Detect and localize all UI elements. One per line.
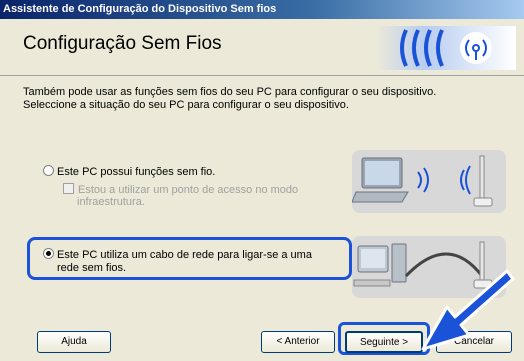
radio-cable-pc-label-2: rede sem fios. bbox=[57, 262, 127, 274]
back-button[interactable]: < Anterior bbox=[261, 331, 335, 353]
radio-button-icon[interactable] bbox=[43, 165, 54, 176]
radio-cable-pc[interactable]: Este PC utiliza um cabo de rede para lig… bbox=[43, 248, 312, 275]
description: Também pode usar as funções sem fios do … bbox=[23, 86, 503, 112]
checkbox-access-point-label-1: Estou a utilizar um ponto de acesso no m… bbox=[78, 184, 299, 196]
page-title: Configuração Sem Fios bbox=[23, 33, 222, 54]
title-bar: Assistente de Configuração do Dispositiv… bbox=[0, 0, 524, 19]
wireless-logo-icon bbox=[376, 26, 516, 70]
checkbox-icon[interactable] bbox=[63, 183, 74, 194]
radio-wireless-pc[interactable]: Este PC possui funções sem fio. bbox=[43, 165, 215, 178]
wireless-laptop-illustration-icon bbox=[352, 150, 506, 213]
pointer-arrow-icon bbox=[421, 269, 515, 351]
checkbox-access-point-label-2: infraestrutura. bbox=[77, 196, 145, 208]
wizard-header: Configuração Sem Fios bbox=[0, 19, 524, 76]
description-line-1: Também pode usar as funções sem fios do … bbox=[23, 86, 437, 98]
checkbox-access-point[interactable]: Estou a utilizar um ponto de acesso no m… bbox=[63, 183, 298, 208]
description-line-2: Seleccione a situação do seu PC para con… bbox=[23, 99, 349, 111]
radio-wireless-pc-label: Este PC possui funções sem fio. bbox=[57, 166, 216, 178]
window-title: Assistente de Configuração do Dispositiv… bbox=[3, 3, 277, 15]
radio-cable-pc-label-1: Este PC utiliza um cabo de rede para lig… bbox=[57, 249, 312, 261]
help-button[interactable]: Ajuda bbox=[37, 331, 111, 353]
radio-button-selected-icon[interactable] bbox=[43, 248, 54, 259]
next-button[interactable]: Seguinte > bbox=[345, 331, 423, 353]
